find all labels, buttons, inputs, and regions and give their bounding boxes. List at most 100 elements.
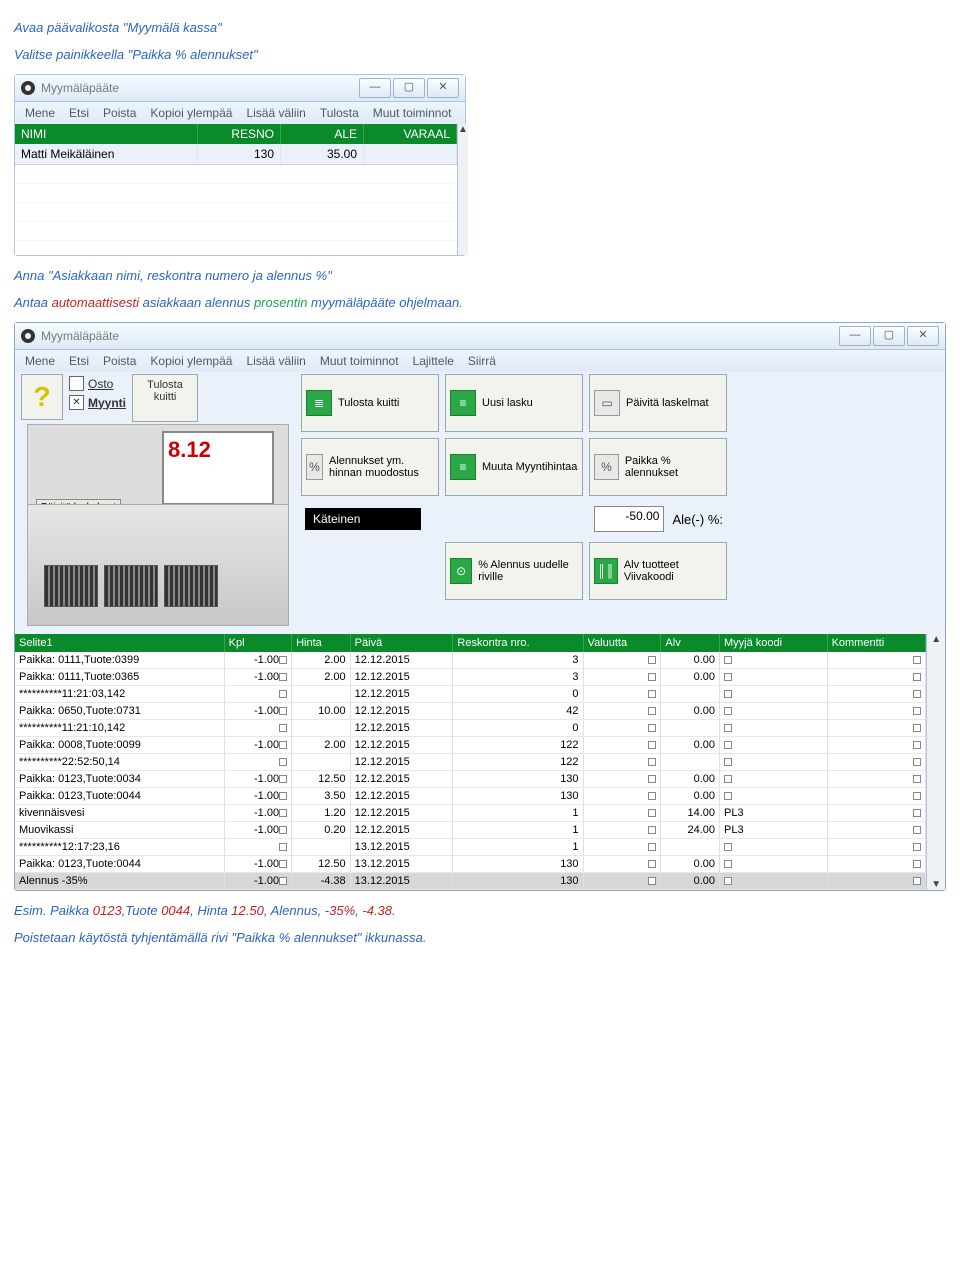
tulosta-kuitti-button[interactable]: ≣Tulosta kuitti xyxy=(301,374,439,432)
column-header[interactable]: Kpl xyxy=(224,634,291,652)
window-main: Myymäläpääte — ▢ ✕ Mene Etsi Poista Kopioi … xyxy=(14,322,946,891)
menu-item[interactable]: Mene xyxy=(25,354,55,368)
menu-item[interactable]: Kopioi ylempää xyxy=(150,106,232,120)
close-button[interactable]: ✕ xyxy=(427,78,459,98)
percent-icon: % xyxy=(306,454,323,480)
menu-item[interactable]: Kopioi ylempää xyxy=(150,354,232,368)
col-ale[interactable]: ALE xyxy=(281,124,364,144)
percent-icon: ⊙ xyxy=(450,558,472,584)
paivita-laskelmat-button[interactable]: ▭Päivitä laskelmat xyxy=(589,374,727,432)
t: " ikkunassa. xyxy=(357,930,427,945)
menu-item[interactable]: Lajittele xyxy=(413,354,454,368)
column-header[interactable]: Päivä xyxy=(350,634,453,652)
column-header[interactable]: Myyjä koodi xyxy=(720,634,828,652)
table-row[interactable]: **********22:52:50,1412.12.2015122 xyxy=(15,754,926,771)
column-header[interactable]: Alv xyxy=(661,634,720,652)
intro-line-4: Antaa automaattisesti asiakkaan alennus … xyxy=(14,295,946,310)
titlebar: Myymäläpääte — ▢ ✕ xyxy=(15,75,465,102)
t: prosentin xyxy=(254,295,307,310)
prosentti-alennus-button[interactable]: ⊙% Alennus uudelle riville xyxy=(445,542,583,600)
column-header[interactable]: Reskontra nro. xyxy=(453,634,583,652)
t: . xyxy=(392,903,396,918)
tulosta-kuitti-left-button[interactable]: Tulosta kuitti xyxy=(132,374,198,422)
table-row[interactable]: Paikka: 0111,Tuote:0365-1.002.0012.12.20… xyxy=(15,669,926,686)
t: 12.50 xyxy=(231,903,264,918)
t: Antaa xyxy=(14,295,52,310)
table-row[interactable]: Matti Meikäläinen13035.00 xyxy=(15,144,457,165)
column-header[interactable]: Selite1 xyxy=(15,634,224,652)
menu-item[interactable]: Tulosta xyxy=(320,106,359,120)
table-row[interactable]: Paikka: 0123,Tuote:0044-1.003.5012.12.20… xyxy=(15,788,926,805)
menu-item[interactable]: Muut toiminnot xyxy=(320,354,399,368)
menu-item[interactable]: Etsi xyxy=(69,106,89,120)
close-button[interactable]: ✕ xyxy=(907,326,939,346)
osto-checkbox[interactable]: Osto xyxy=(69,376,126,391)
table-row[interactable]: Paikka: 0123,Tuote:0044-1.0012.5013.12.2… xyxy=(15,856,926,873)
register-screen: 8.12 xyxy=(162,431,274,505)
col-resno[interactable]: RESNO xyxy=(198,124,281,144)
column-header[interactable]: Kommentti xyxy=(827,634,926,652)
scrollbar[interactable]: ▲ xyxy=(457,124,468,255)
menubar: Mene Etsi Poista Kopioi ylempää Lisää väliin… xyxy=(15,102,465,124)
alv-viivakoodi-button[interactable]: ║║Alv tuotteet Viivakoodi xyxy=(589,542,727,600)
table-row[interactable]: kivennäisvesi-1.001.2012.12.2015114.00PL… xyxy=(15,805,926,822)
table-row[interactable]: Muovikassi-1.000.2012.12.2015124.00PL3 xyxy=(15,822,926,839)
column-header[interactable]: Valuutta xyxy=(583,634,661,652)
menu-item[interactable]: Siirrä xyxy=(468,354,496,368)
maximize-button[interactable]: ▢ xyxy=(873,326,905,346)
table-row[interactable]: **********11:21:10,14212.12.20150 xyxy=(15,720,926,737)
table-row[interactable]: Paikka: 0123,Tuote:0034-1.0012.5012.12.2… xyxy=(15,771,926,788)
intro-line-3: Anna "Asiakkaan nimi, reskontra numero j… xyxy=(14,268,946,283)
table-row[interactable]: Paikka: 0008,Tuote:0099-1.002.0012.12.20… xyxy=(15,737,926,754)
minimize-button[interactable]: — xyxy=(359,78,391,98)
uusi-lasku-button[interactable]: ≡Uusi lasku xyxy=(445,374,583,432)
blank-rows xyxy=(15,165,457,255)
minimize-button[interactable]: — xyxy=(839,326,871,346)
muuta-myyntihintaa-button[interactable]: ≡Muuta Myyntihintaa xyxy=(445,438,583,496)
table-row[interactable]: Alennus -35%-1.00-4.3813.12.20151300.00 xyxy=(15,873,926,890)
label: Päivitä laskelmat xyxy=(626,397,709,409)
menu-item[interactable]: Muut toiminnot xyxy=(373,106,452,120)
t: " xyxy=(217,20,222,35)
help-button[interactable]: ? xyxy=(21,374,63,420)
intro-line-1: Avaa päävalikosta "Myymälä kassa" xyxy=(14,20,946,35)
menu-item[interactable]: Etsi xyxy=(69,354,89,368)
window-title: Myymäläpääte xyxy=(41,329,119,343)
menu-item[interactable]: Poista xyxy=(103,106,136,120)
percent-icon: % xyxy=(594,454,619,480)
sales-table[interactable]: Selite1KplHintaPäiväReskontra nro.Valuut… xyxy=(15,634,926,890)
table-scrollbar[interactable]: ▲▼ xyxy=(926,634,945,890)
document-body: Avaa päävalikosta "Myymälä kassa" Valits… xyxy=(0,0,960,965)
menu-item[interactable]: Lisää väliin xyxy=(246,106,305,120)
grid-header: NIMI RESNO ALE VARAAL xyxy=(15,124,457,144)
window-small: Myymäläpääte — ▢ ✕ Mene Etsi Poista Kopioi … xyxy=(14,74,466,256)
t: ,Tuote xyxy=(122,903,162,918)
col-nimi[interactable]: NIMI xyxy=(15,124,198,144)
table-row[interactable]: Paikka: 0111,Tuote:0399-1.002.0012.12.20… xyxy=(15,652,926,669)
ale-input[interactable]: -50.00 xyxy=(594,506,664,532)
menu-item[interactable]: Mene xyxy=(25,106,55,120)
app-icon xyxy=(21,329,35,343)
alennukset-button[interactable]: %Alennukset ym. hinnan muodostus xyxy=(301,438,439,496)
t: Paikka % alennukset xyxy=(236,930,357,945)
menu-item[interactable]: Lisää väliin xyxy=(246,354,305,368)
maximize-button[interactable]: ▢ xyxy=(393,78,425,98)
table-row[interactable]: **********12:17:23,1613.12.20151 xyxy=(15,839,926,856)
menu-item[interactable]: Poista xyxy=(103,354,136,368)
column-header[interactable]: Hinta xyxy=(292,634,351,652)
myynti-checkbox[interactable]: ✕Myynti xyxy=(69,395,126,410)
paikka-alennukset-button[interactable]: %Paikka % alennukset xyxy=(589,438,727,496)
intro-line-2: Valitse painikkeella "Paikka % alennukse… xyxy=(14,47,946,62)
t: , Hinta xyxy=(190,903,231,918)
label: Tulosta kuitti xyxy=(338,397,399,409)
table-row[interactable]: Paikka: 0650,Tuote:0731-1.0010.0012.12.2… xyxy=(15,703,926,720)
t: Poistetaan käytöstä tyhjentämällä rivi " xyxy=(14,930,236,945)
titlebar: Myymäläpääte — ▢ ✕ xyxy=(15,323,945,350)
label: Uusi lasku xyxy=(482,397,533,409)
table-row[interactable]: **********11:21:03,14212.12.20150 xyxy=(15,686,926,703)
label: % Alennus uudelle riville xyxy=(478,559,578,583)
t: " xyxy=(327,268,332,283)
window-title: Myymäläpääte xyxy=(41,81,119,95)
col-varaal[interactable]: VARAAL xyxy=(364,124,457,144)
t: Paikka % alennukset xyxy=(132,47,253,62)
